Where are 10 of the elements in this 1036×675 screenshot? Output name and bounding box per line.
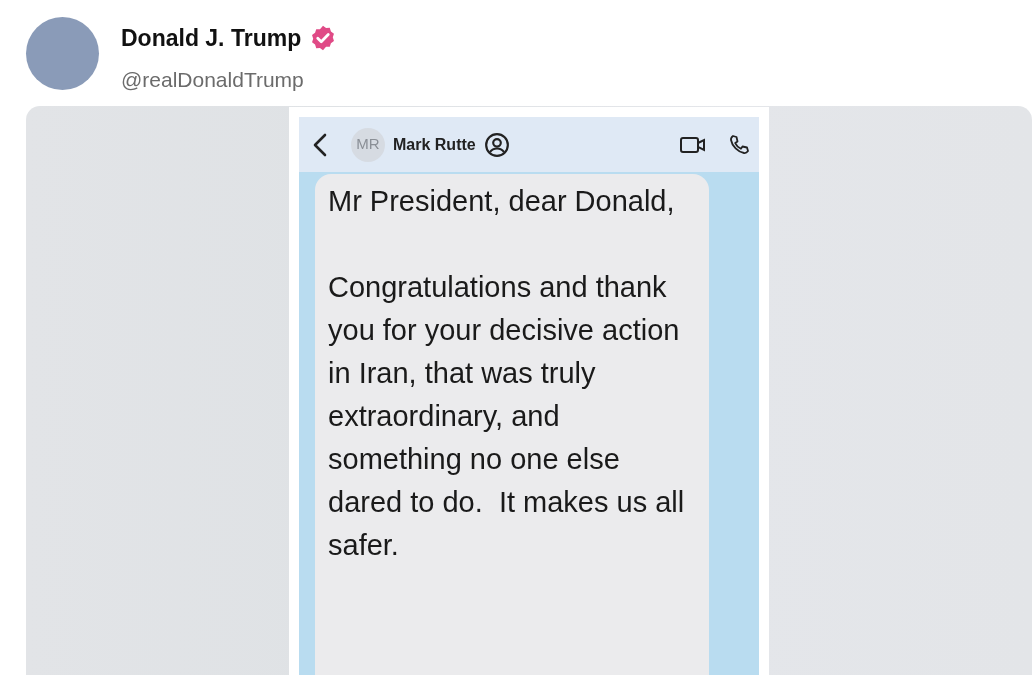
phone-icon[interactable] <box>727 132 751 157</box>
message-text: Mr President, dear Donald, <box>328 184 676 219</box>
contact-initials-avatar: MR <box>351 127 385 162</box>
person-circle-icon[interactable] <box>483 131 510 158</box>
media-card[interactable]: MR Mark Rutte Mr President, dear Donald, Congratulations and thank you for your decisive action in Iran, that was truly extraordinary, and something no one else dared to do. It makes us all safer. <box>26 106 1032 675</box>
author-name[interactable]: Donald J. Trump <box>121 21 302 56</box>
author-handle[interactable]: @realDonaldTrump <box>121 63 338 95</box>
contact-name[interactable]: Mark Rutte <box>393 132 476 157</box>
back-chevron-icon[interactable] <box>311 131 329 158</box>
message-text: Congratulations and thank you for your decisive action in Iran, that was truly extraordinary, and something no one else dared to do. It makes us all safer. <box>328 270 686 563</box>
